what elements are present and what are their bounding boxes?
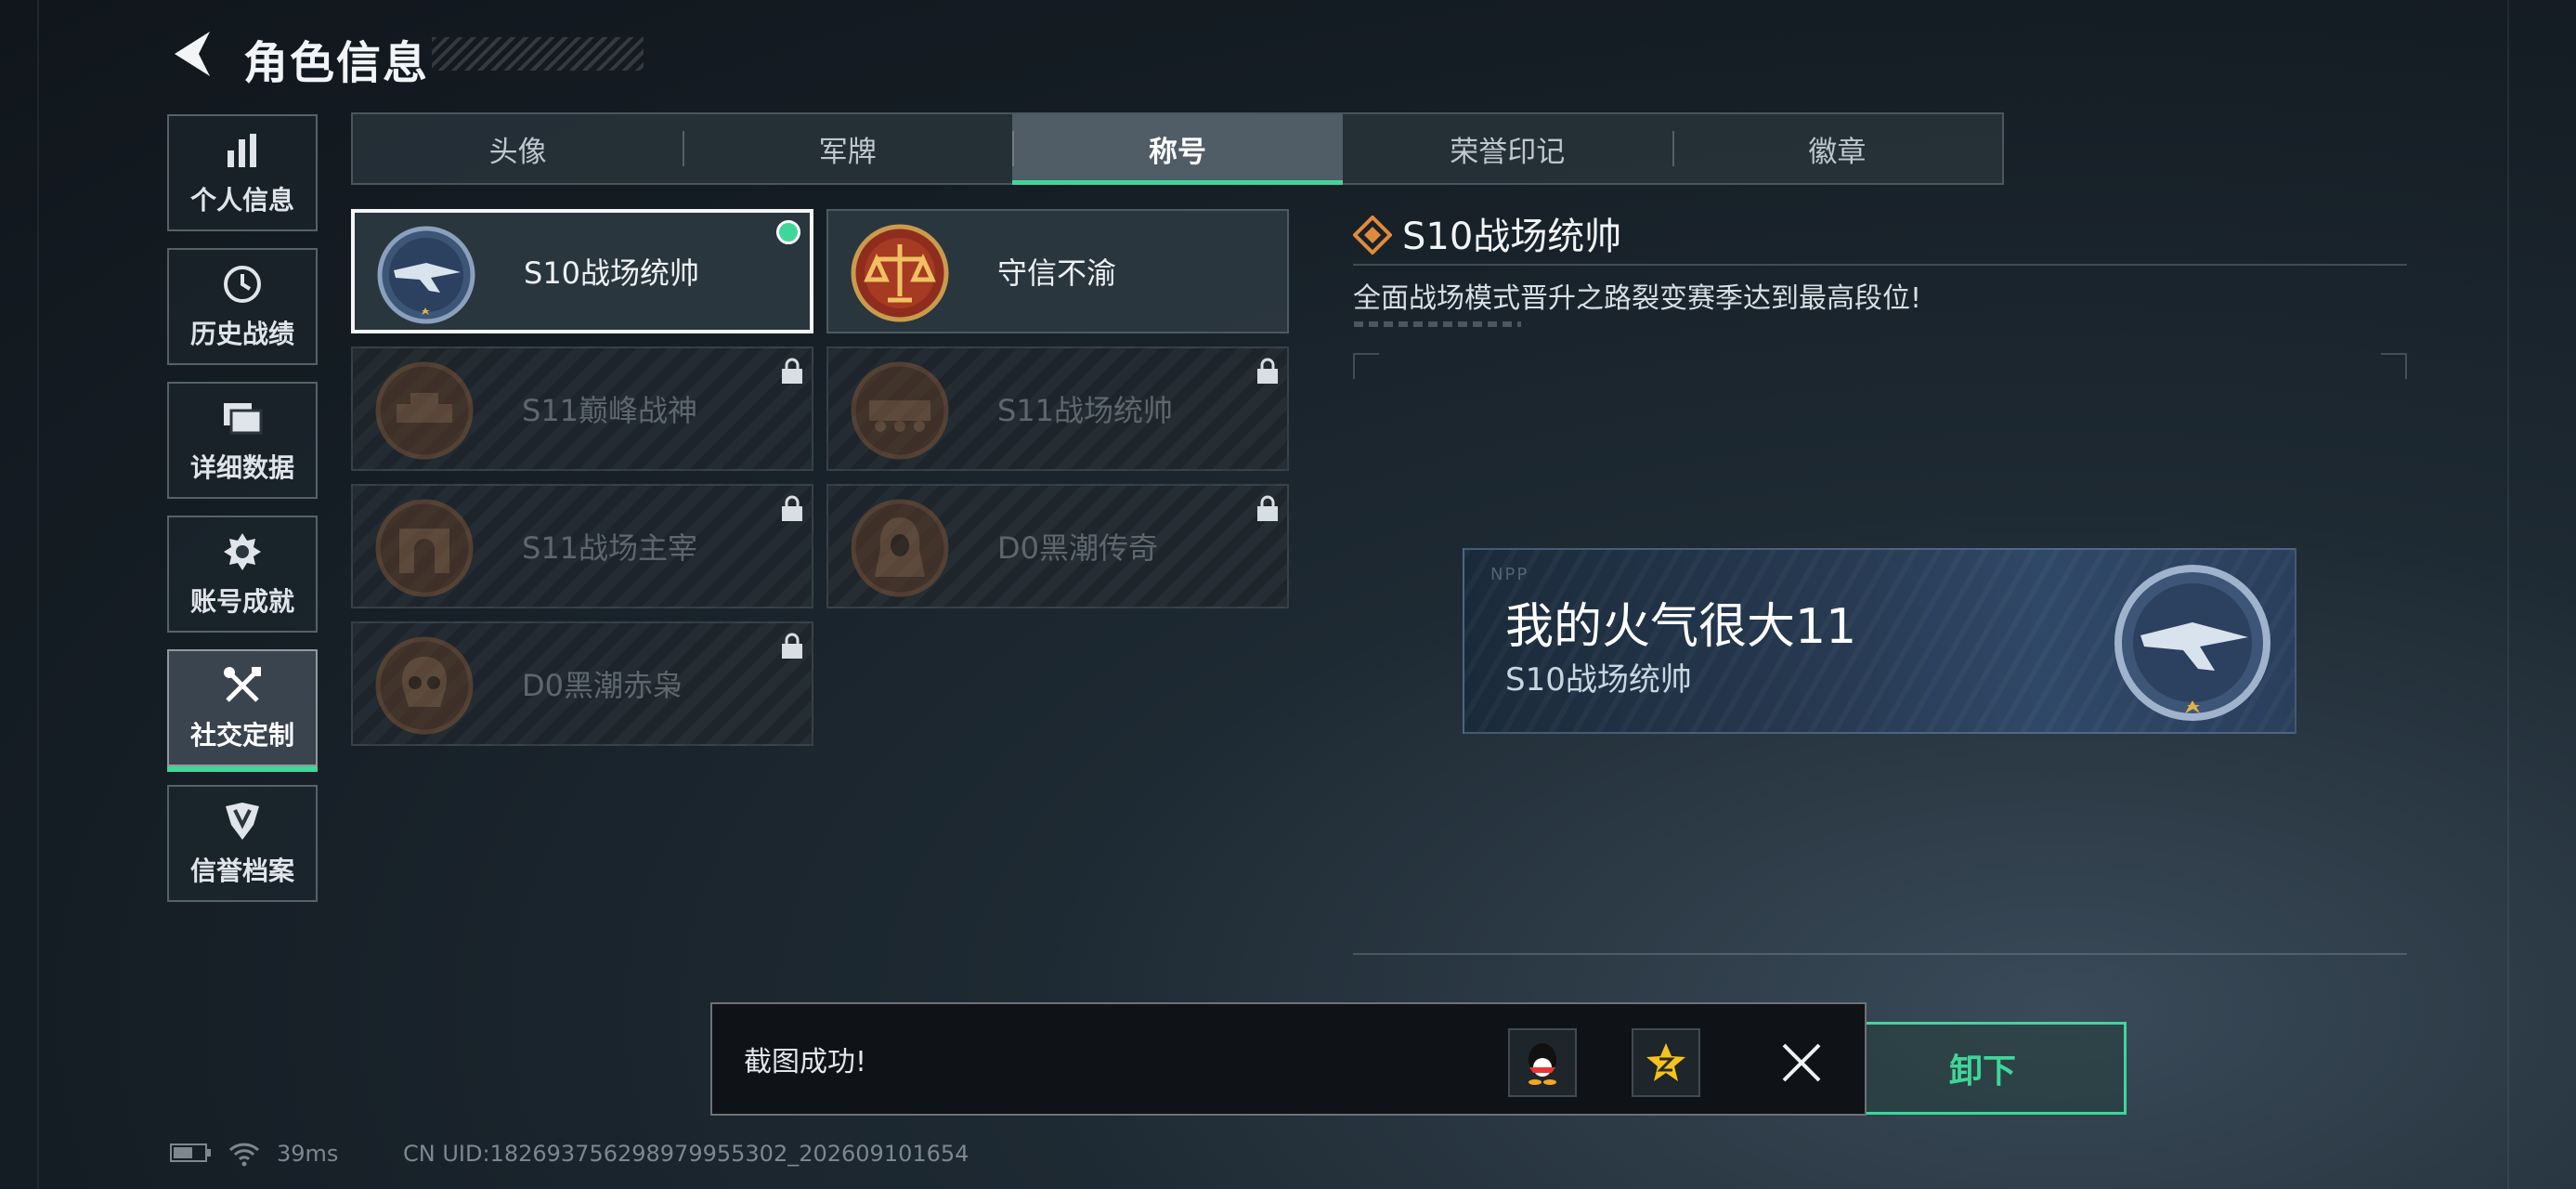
aircraft-medal-icon <box>2114 565 2270 721</box>
sidebar-item-detailed-data[interactable]: 详细数据 <box>167 382 318 499</box>
qq-icon <box>1529 1043 1556 1085</box>
page-title: 角色信息 <box>243 37 430 89</box>
tab-dog-tag[interactable]: 军牌 <box>683 114 1012 183</box>
sidebar-item-label: 社交定制 <box>189 720 294 751</box>
share-qq-button[interactable] <box>1508 1028 1577 1097</box>
achievement-icon <box>220 529 265 574</box>
detail-divider <box>1353 264 2407 266</box>
tab-bar: 头像 军牌 称号 荣誉印记 徽章 <box>351 112 2004 185</box>
sidebar-item-label: 账号成就 <box>189 586 294 617</box>
sidebar-item-personal-info[interactable]: 个人信息 <box>167 114 318 231</box>
title-card-name: D0黑潮传奇 <box>997 530 1159 566</box>
title-card-s11-dominator[interactable]: S11战场主宰 <box>351 484 813 608</box>
sidebar-item-credit-record[interactable]: 信誉档案 <box>167 785 318 902</box>
folder-icon <box>220 396 265 440</box>
close-icon[interactable] <box>1778 1039 1825 1086</box>
title-card-name: 守信不渝 <box>997 255 1117 291</box>
toast-message: 截图成功! <box>744 1046 867 1078</box>
skull-medal-icon <box>375 636 474 735</box>
sidebar-item-label: 详细数据 <box>189 452 294 483</box>
sidebar-item-label: 信誉档案 <box>189 856 294 886</box>
lock-icon <box>782 495 802 521</box>
arch-medal-icon <box>375 499 474 597</box>
preview-divider <box>1353 953 2407 955</box>
title-card-name: S11战场统帅 <box>997 393 1174 428</box>
battery-icon <box>170 1143 211 1162</box>
lock-icon <box>782 633 802 659</box>
tools-icon <box>220 663 265 708</box>
detail-decoration <box>1354 321 1521 327</box>
aircraft-medal-icon <box>377 226 475 324</box>
sidebar-item-history[interactable]: 历史战绩 <box>167 248 318 365</box>
wifi-icon <box>228 1143 260 1167</box>
title-card-trustworthy[interactable]: 守信不渝 <box>826 209 1289 333</box>
unequip-label: 卸下 <box>1948 1052 2016 1091</box>
diamond-title-icon <box>1353 216 1392 255</box>
sidebar-item-label: 个人信息 <box>189 185 294 216</box>
scales-medal-icon <box>851 224 949 322</box>
grid-line <box>37 0 39 1189</box>
back-button[interactable] <box>165 26 217 82</box>
ping-value: 39ms <box>277 1141 339 1167</box>
uid-text: CN UID:18269375629897995530​2_2026091016… <box>403 1141 969 1167</box>
title-card-s11-peak-god[interactable]: S11巅峰战神 <box>351 346 813 471</box>
title-card-name: S11战场主宰 <box>522 530 698 566</box>
title-card-name: S11巅峰战神 <box>522 393 698 428</box>
tab-title[interactable]: 称号 <box>1012 114 1343 185</box>
lock-icon <box>1257 495 1278 521</box>
clock-icon <box>220 262 265 307</box>
unequip-button[interactable]: 卸下 <box>1839 1022 2127 1115</box>
title-card-name: S10战场统帅 <box>524 255 700 291</box>
title-card-d0-black-tide-owl[interactable]: D0黑潮赤枭 <box>351 621 813 746</box>
title-card-s10-commander[interactable]: S10战场统帅 <box>351 209 813 333</box>
credit-shield-icon <box>220 799 265 843</box>
title-decoration <box>432 37 644 71</box>
back-arrow-icon <box>175 32 210 76</box>
tab-avatar[interactable]: 头像 <box>353 114 683 183</box>
apc-medal-icon <box>851 361 949 460</box>
tab-honor-mark[interactable]: 荣誉印记 <box>1343 114 1672 183</box>
title-card-name: D0黑潮赤枭 <box>522 668 683 703</box>
hooded-figure-medal-icon <box>851 499 949 597</box>
sidebar-item-social-custom[interactable]: 社交定制 <box>167 649 318 772</box>
tab-badge[interactable]: 徽章 <box>1672 114 2002 183</box>
nameplate-title: S10战场统帅 <box>1505 661 1692 699</box>
sidebar-item-achievements[interactable]: 账号成就 <box>167 516 318 633</box>
sidebar-item-label: 历史战绩 <box>189 319 294 349</box>
title-card-d0-black-tide-legend[interactable]: D0黑潮传奇 <box>826 484 1289 608</box>
detail-title: S10战场统帅 <box>1402 216 1622 258</box>
nameplate-logo: NPP <box>1490 565 1529 584</box>
share-qzone-button[interactable] <box>1632 1028 1700 1097</box>
qzone-icon <box>1646 1043 1685 1081</box>
detail-description: 全面战场模式晋升之路裂变赛季达到最高段位! <box>1353 282 1922 315</box>
nameplate-player-name: 我的火气很大11 <box>1505 599 1857 655</box>
nameplate-card: NPP 我的火气很大11 S10战场统帅 <box>1463 548 2296 734</box>
tank-medal-icon <box>375 361 474 460</box>
grid-line <box>2507 0 2509 1189</box>
lock-icon <box>782 358 802 384</box>
lock-icon <box>1257 358 1278 384</box>
bar-chart-icon <box>220 128 265 173</box>
screenshot-toast: 截图成功! <box>710 1002 1867 1116</box>
equipped-indicator <box>776 220 800 244</box>
title-card-s11-commander[interactable]: S11战场统帅 <box>826 346 1289 471</box>
